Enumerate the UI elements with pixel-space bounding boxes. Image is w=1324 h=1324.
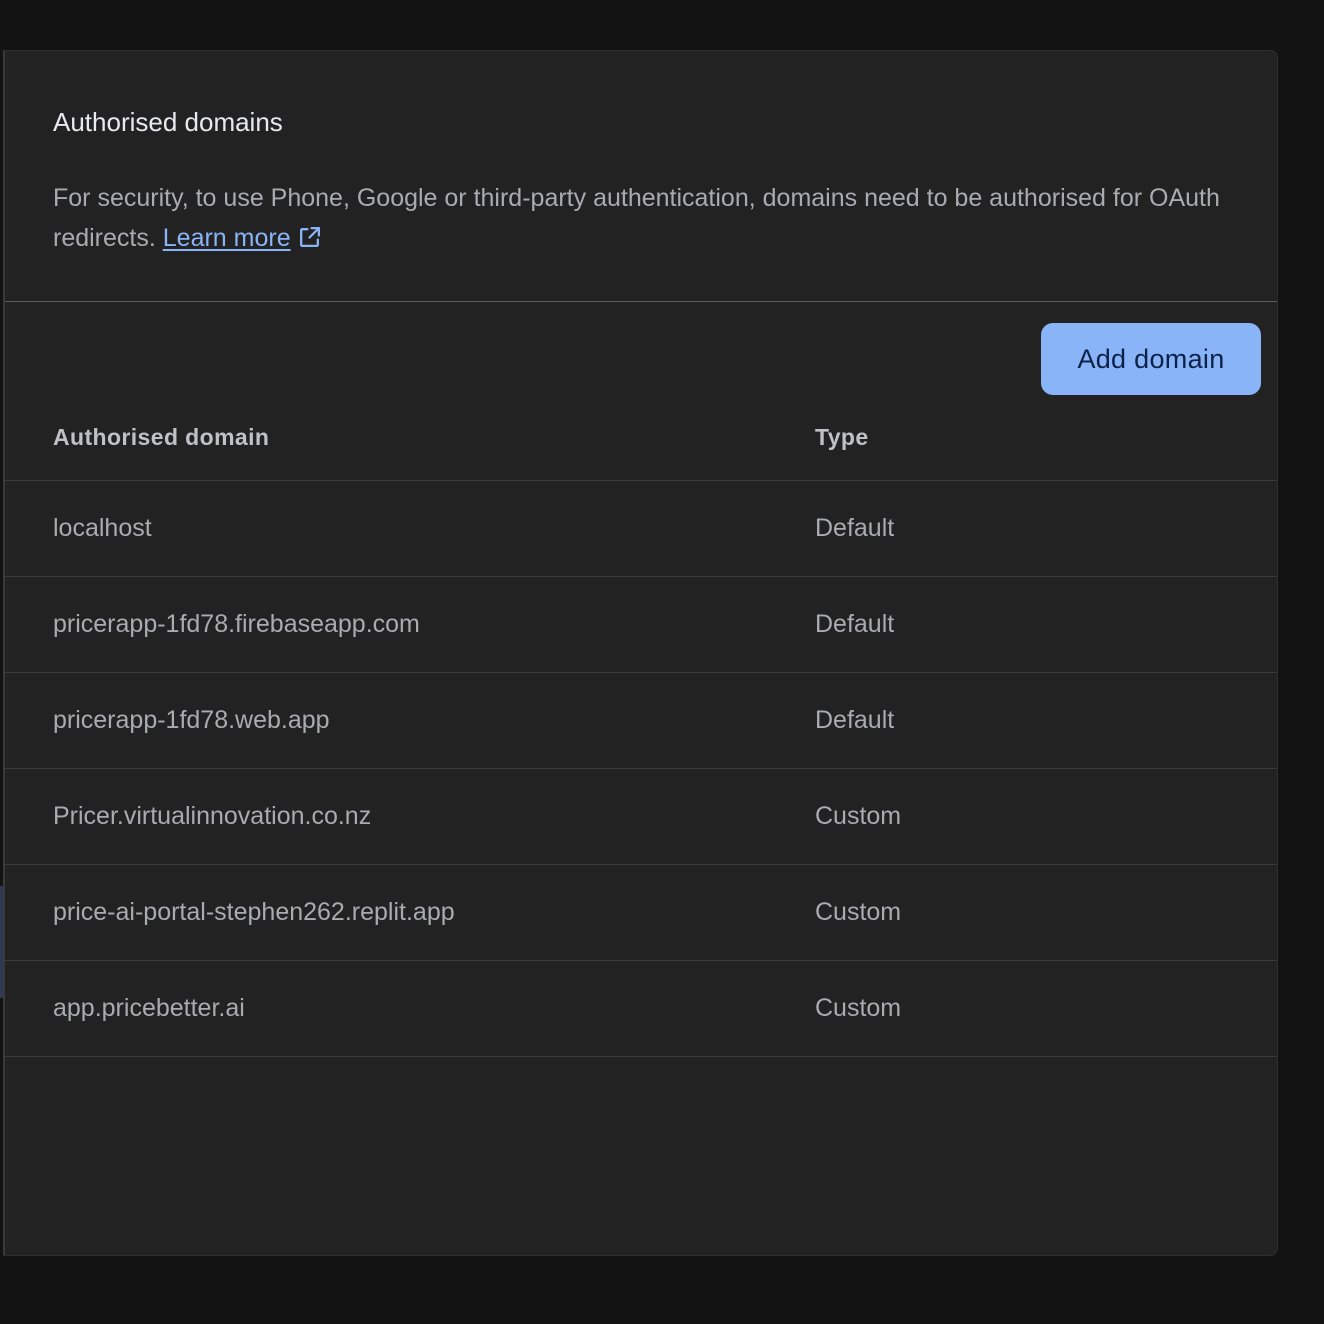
- domain-cell: localhost: [5, 480, 815, 577]
- type-cell: Custom: [815, 768, 1277, 865]
- type-cell: Default: [815, 672, 1277, 769]
- authorised-domains-card: Authorised domains For security, to use …: [3, 50, 1278, 1256]
- learn-more-link[interactable]: Learn more: [163, 224, 291, 252]
- card-description: For security, to use Phone, Google or th…: [53, 178, 1223, 258]
- table-header-row: Authorised domain Type: [5, 395, 1277, 481]
- domain-cell: app.pricebetter.ai: [5, 960, 815, 1057]
- page: Authorised domains For security, to use …: [0, 0, 1324, 1324]
- type-cell: Custom: [815, 960, 1277, 1057]
- domain-cell: pricerapp-1fd78.web.app: [5, 672, 815, 769]
- type-cell: Default: [815, 480, 1277, 577]
- domain-cell: Pricer.virtualinnovation.co.nz: [5, 768, 815, 865]
- add-domain-button[interactable]: Add domain: [1041, 323, 1261, 395]
- table-row[interactable]: app.pricebetter.ai Custom: [5, 960, 1277, 1057]
- toolbar: Add domain: [5, 302, 1277, 395]
- table-row[interactable]: Pricer.virtualinnovation.co.nz Custom: [5, 768, 1277, 865]
- domain-cell: price-ai-portal-stephen262.replit.app: [5, 864, 815, 961]
- type-cell: Custom: [815, 864, 1277, 961]
- card-header: Authorised domains For security, to use …: [5, 51, 1277, 302]
- card-title: Authorised domains: [53, 107, 283, 137]
- column-header-domain: Authorised domain: [5, 395, 815, 481]
- table-row[interactable]: pricerapp-1fd78.firebaseapp.com Default: [5, 576, 1277, 673]
- domain-cell: pricerapp-1fd78.firebaseapp.com: [5, 576, 815, 673]
- column-header-type: Type: [815, 395, 1277, 481]
- table-row[interactable]: pricerapp-1fd78.web.app Default: [5, 672, 1277, 769]
- open-in-new-icon[interactable]: [297, 225, 322, 250]
- domains-table: Authorised domain Type localhost Default…: [5, 395, 1277, 1057]
- table-row[interactable]: price-ai-portal-stephen262.replit.app Cu…: [5, 864, 1277, 961]
- type-cell: Default: [815, 576, 1277, 673]
- table-row[interactable]: localhost Default: [5, 480, 1277, 577]
